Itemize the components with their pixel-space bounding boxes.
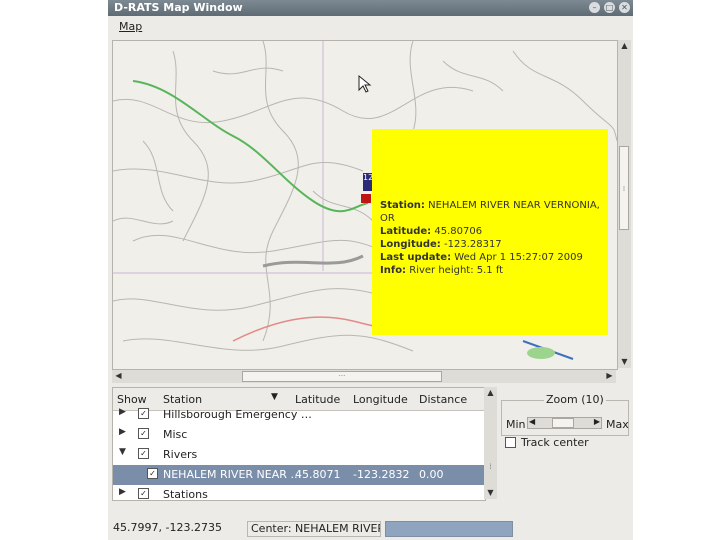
title-bar[interactable]: D-RATS Map Window – □ ✕: [108, 0, 633, 16]
map-view[interactable]: 12 Station: NEHALEM RIVER NEAR VERNONIA,…: [112, 40, 618, 370]
status-center: Center: NEHALEM RIVER …: [247, 521, 381, 537]
zoom-max-label: Max: [606, 418, 629, 431]
status-bar: 45.7997, -123.2735 Center: NEHALEM RIVER…: [108, 518, 633, 540]
show-checkbox[interactable]: ✓: [138, 408, 149, 419]
scroll-right-icon[interactable]: ▶: [603, 370, 616, 382]
station-name: Stations: [163, 488, 208, 501]
scroll-up-icon[interactable]: ▲: [618, 40, 631, 52]
maximize-icon[interactable]: □: [604, 2, 615, 13]
table-row[interactable]: ▶ ✓ Misc: [113, 425, 485, 445]
show-checkbox[interactable]: ✓: [138, 428, 149, 439]
zoom-slider-thumb[interactable]: [552, 418, 574, 428]
menu-bar: Map: [108, 16, 633, 38]
scroll-down-icon[interactable]: ▼: [484, 487, 497, 499]
close-icon[interactable]: ✕: [619, 2, 630, 13]
track-center-label[interactable]: Track center: [521, 436, 589, 449]
expander-right-icon[interactable]: ▶: [119, 407, 126, 417]
table-row[interactable]: ▼ ✓ Rivers: [113, 445, 485, 465]
track-center-checkbox[interactable]: [505, 437, 516, 448]
popup-longitude-row: Longitude: -123.28317: [380, 239, 502, 250]
zoom-frame: Zoom (10) Min ◀ ▶ Max: [501, 393, 629, 436]
table-scrollbar[interactable]: ▲ ⁞ ▼: [484, 387, 497, 499]
popup-update-row: Last update: Wed Apr 1 15:27:07 2009: [380, 252, 583, 263]
minimize-icon[interactable]: –: [589, 2, 600, 13]
popup-latitude-row: Latitude: 45.80706: [380, 226, 483, 237]
station-name: NEHALEM RIVER NEAR …: [163, 468, 302, 481]
table-row-selected[interactable]: ✓ NEHALEM RIVER NEAR … 45.8071 -123.2832…: [113, 465, 485, 485]
map-window: D-RATS Map Window – □ ✕ Map 12 Station: …: [108, 0, 633, 540]
station-longitude: -123.2832: [353, 468, 410, 481]
station-name: Rivers: [163, 448, 198, 461]
scroll-down-icon[interactable]: ▼: [618, 356, 631, 368]
zoom-min-label: Min: [506, 418, 526, 431]
expander-right-icon[interactable]: ▶: [119, 427, 126, 437]
popup-station-row: Station: NEHALEM RIVER NEAR VERNONIA, OR: [380, 200, 600, 224]
station-name: Hillsborough Emergency …: [163, 408, 312, 421]
sort-down-icon[interactable]: ▼: [271, 392, 278, 402]
station-distance: 0.00: [419, 468, 444, 481]
table-row[interactable]: ▶ ✓ Hillsborough Emergency …: [113, 405, 485, 425]
table-scroll-thumb[interactable]: ⁞: [484, 461, 497, 473]
river-marker-icon[interactable]: [361, 194, 371, 203]
station-table: Show Station ▼ Latitude Longitude Distan…: [112, 387, 486, 501]
map-horizontal-scrollbar[interactable]: ◀ ··· ▶: [112, 370, 616, 383]
station-info-popup: Station: NEHALEM RIVER NEAR VERNONIA, OR…: [372, 129, 608, 335]
show-checkbox[interactable]: ✓: [138, 488, 149, 499]
window-title: D-RATS Map Window: [114, 1, 243, 14]
status-coordinates: 45.7997, -123.2735: [113, 521, 222, 534]
show-checkbox[interactable]: ✓: [138, 448, 149, 459]
map-vertical-scrollbar[interactable]: ▲ ⁞ ▼: [618, 40, 631, 368]
station-name: Misc: [163, 428, 188, 441]
status-progress-bar: [385, 521, 513, 537]
zoom-label: Zoom (10): [544, 393, 606, 406]
popup-info-row: Info: River height: 5.1 ft: [380, 265, 504, 276]
show-checkbox[interactable]: ✓: [147, 468, 158, 479]
table-row[interactable]: ▶ ✓ Stations: [113, 485, 485, 501]
expander-down-icon[interactable]: ▼: [119, 447, 126, 457]
menu-map[interactable]: Map: [119, 20, 142, 33]
map-horizontal-scroll-thumb[interactable]: ···: [242, 371, 442, 382]
scroll-up-icon[interactable]: ▲: [484, 387, 497, 399]
slider-right-icon[interactable]: ▶: [594, 417, 600, 426]
map-vertical-scroll-thumb[interactable]: ⁞: [619, 146, 629, 230]
scroll-left-icon[interactable]: ◀: [112, 370, 125, 382]
zoom-panel: Zoom (10) Min ◀ ▶ Max Track center: [501, 393, 629, 489]
slider-left-icon[interactable]: ◀: [529, 417, 535, 426]
zoom-slider[interactable]: ◀ ▶: [527, 417, 602, 429]
expander-right-icon[interactable]: ▶: [119, 487, 126, 497]
station-latitude: 45.8071: [295, 468, 341, 481]
